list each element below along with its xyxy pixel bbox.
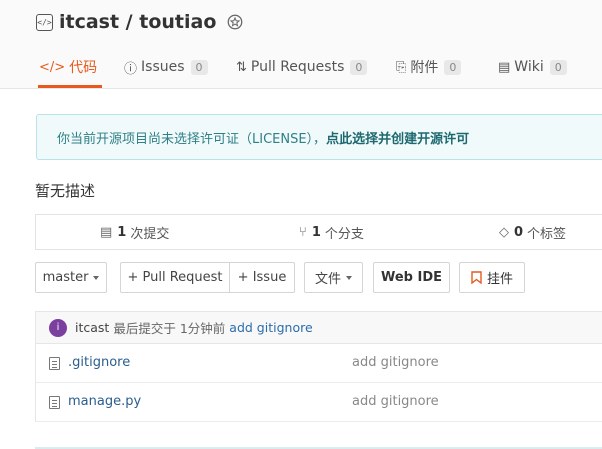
web-ide-button[interactable]: Web IDE: [373, 262, 450, 293]
paperclip-icon: ⎘: [396, 59, 407, 75]
commit-author[interactable]: itcast: [75, 320, 109, 335]
license-create-link[interactable]: 点此选择并创建开源许可: [326, 128, 469, 147]
bookmark-icon: [471, 271, 482, 284]
files-dropdown-label: 文件: [314, 272, 341, 287]
list-item[interactable]: manage.py add gitignore: [35, 383, 602, 422]
repo-description: 暂无描述: [35, 182, 96, 200]
commit-prefix: 最后提交于: [113, 321, 176, 336]
tab-pull-requests-label: Pull Requests: [250, 59, 345, 75]
book-icon: ▤: [498, 59, 511, 75]
last-commit-bar: i itcast 最后提交于 1分钟前 add gitignore: [35, 311, 602, 344]
code-repo-icon: </>: [36, 13, 53, 31]
commit-time: 1分钟前: [179, 321, 226, 336]
repo-stats-bar: ▤ 1 次提交 ⑂ 1 个分支 ◇ 0 个标签: [35, 214, 602, 250]
branch-select-label: master: [42, 270, 89, 285]
commit-icon: ▤: [100, 224, 113, 240]
widget-button[interactable]: 挂件: [459, 262, 525, 293]
tab-wiki[interactable]: ▤ Wiki 0: [498, 50, 567, 84]
commits-label: 次提交: [130, 226, 170, 242]
chevron-down-icon: [93, 275, 100, 280]
file-name[interactable]: .gitignore: [68, 355, 130, 370]
file-icon: [49, 396, 60, 409]
branch-select[interactable]: master: [35, 262, 107, 293]
file-icon: [49, 357, 60, 370]
tags-label: 个标签: [527, 226, 567, 242]
repo-name-link[interactable]: itcast / toutiao: [59, 11, 216, 33]
code-icon: </>: [39, 59, 66, 75]
tab-wiki-label: Wiki: [514, 59, 544, 75]
commits-stat[interactable]: ▤ 1 次提交: [100, 223, 169, 242]
new-pull-request-button[interactable]: + Pull Request: [120, 262, 230, 293]
tab-issues-count: 0: [190, 59, 208, 75]
tab-issues-label: Issues: [141, 59, 185, 75]
tab-wiki-count: 0: [549, 59, 567, 75]
widget-button-label: 挂件: [486, 272, 513, 287]
tags-stat[interactable]: ◇ 0 个标签: [499, 223, 566, 242]
tab-code[interactable]: </> 代码: [37, 50, 103, 88]
award-badge-icon[interactable]: [226, 13, 244, 31]
license-notice-text: 你当前开源项目尚未选择许可证（LICENSE），: [57, 131, 327, 147]
tab-pull-requests-count: 0: [350, 59, 368, 75]
chevron-down-icon: [346, 275, 352, 280]
pull-request-icon: ⇅: [236, 59, 247, 75]
tab-pull-requests[interactable]: ⇅ Pull Requests 0: [236, 50, 368, 84]
tab-attachments-count: 0: [444, 59, 462, 75]
file-commit-message[interactable]: add gitignore: [352, 355, 439, 370]
branches-stat[interactable]: ⑂ 1 个分支: [299, 223, 364, 242]
license-notice: 你当前开源项目尚未选择许可证（LICENSE）， 点此选择并创建开源许可: [36, 114, 602, 160]
tag-icon: ◇: [499, 224, 509, 240]
file-commit-message[interactable]: add gitignore: [352, 394, 439, 409]
branch-icon: ⑂: [299, 224, 307, 240]
file-list: .gitignore add gitignore manage.py add g…: [35, 344, 602, 422]
branches-label: 个分支: [324, 226, 364, 242]
list-item[interactable]: .gitignore add gitignore: [35, 344, 602, 383]
commits-count: 1: [117, 224, 127, 240]
new-issue-button[interactable]: + Issue: [229, 262, 295, 293]
avatar[interactable]: i: [49, 318, 67, 337]
branches-count: 1: [311, 224, 321, 240]
commit-message[interactable]: add gitignore: [229, 320, 312, 335]
files-dropdown[interactable]: 文件: [304, 262, 363, 293]
info-circle-icon: ⓘ: [124, 61, 138, 77]
file-name[interactable]: manage.py: [68, 394, 141, 409]
tab-attachments[interactable]: ⎘ 附件 0: [396, 50, 462, 84]
tab-issues[interactable]: ⓘ Issues 0: [124, 50, 208, 84]
tab-code-label: 代码: [69, 60, 98, 76]
tags-count: 0: [514, 224, 524, 240]
repo-title-bar: </> itcast / toutiao: [36, 8, 244, 36]
tab-attachments-label: 附件: [410, 60, 439, 76]
